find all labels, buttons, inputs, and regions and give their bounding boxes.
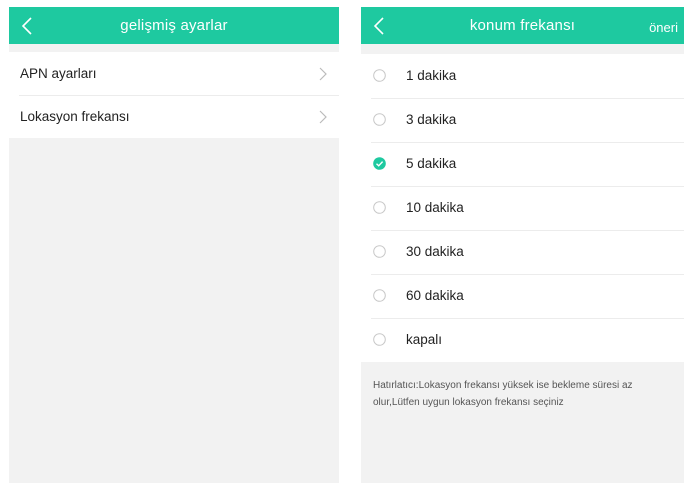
settings-item-location-frequency[interactable]: Lokasyon frekansı (9, 95, 339, 138)
chevron-right-icon (319, 110, 327, 124)
radio-empty-icon[interactable] (373, 113, 386, 126)
frequency-option-label: 60 dakika (406, 288, 464, 303)
settings-list: APN ayarları Lokasyon frekansı (9, 52, 339, 138)
check-circle-icon[interactable] (373, 157, 386, 170)
page-title: gelişmiş ayarlar (120, 17, 228, 34)
frequency-option[interactable]: 1 dakika (361, 54, 684, 98)
frequency-option[interactable]: 3 dakika (361, 98, 684, 142)
settings-item-apn[interactable]: APN ayarları (9, 52, 339, 95)
frequency-option-label: 5 dakika (406, 156, 457, 171)
frequency-option-list: 1 dakika 3 dakika 5 dakika 10 dakika 30 … (361, 54, 684, 362)
advanced-settings-screen: gelişmiş ayarlar APN ayarları Lokasyon f… (9, 7, 339, 483)
page-title: konum frekansı (469, 17, 576, 34)
suggestion-button[interactable]: öneri (649, 7, 678, 48)
app-header: gelişmiş ayarlar (9, 7, 339, 44)
settings-item-label: APN ayarları (20, 66, 97, 81)
chevron-right-icon (319, 67, 327, 81)
frequency-option-selected[interactable]: 5 dakika (361, 142, 684, 186)
settings-item-label: Lokasyon frekansı (20, 109, 130, 124)
frequency-option[interactable]: 10 dakika (361, 186, 684, 230)
frequency-option-label: 10 dakika (406, 200, 464, 215)
reminder-text: Hatırlatıcı:Lokasyon frekansı yüksek ise… (373, 380, 633, 408)
frequency-option-label: kapalı (406, 332, 443, 347)
frequency-option-label: 3 dakika (406, 112, 457, 127)
frequency-option-label: 1 dakika (406, 68, 457, 83)
location-frequency-screen: konum frekansı öneri 1 dakika 3 dakika 5… (361, 7, 684, 483)
frequency-option[interactable]: 60 dakika (361, 274, 684, 318)
frequency-option[interactable]: kapalı (361, 318, 684, 362)
radio-empty-icon[interactable] (373, 289, 386, 302)
radio-empty-icon[interactable] (373, 69, 386, 82)
frequency-option-label: 30 dakika (406, 244, 464, 259)
radio-empty-icon[interactable] (373, 201, 386, 214)
frequency-option[interactable]: 30 dakika (361, 230, 684, 274)
radio-empty-icon[interactable] (373, 333, 386, 346)
radio-empty-icon[interactable] (373, 245, 386, 258)
app-header: konum frekansı öneri (361, 7, 684, 44)
